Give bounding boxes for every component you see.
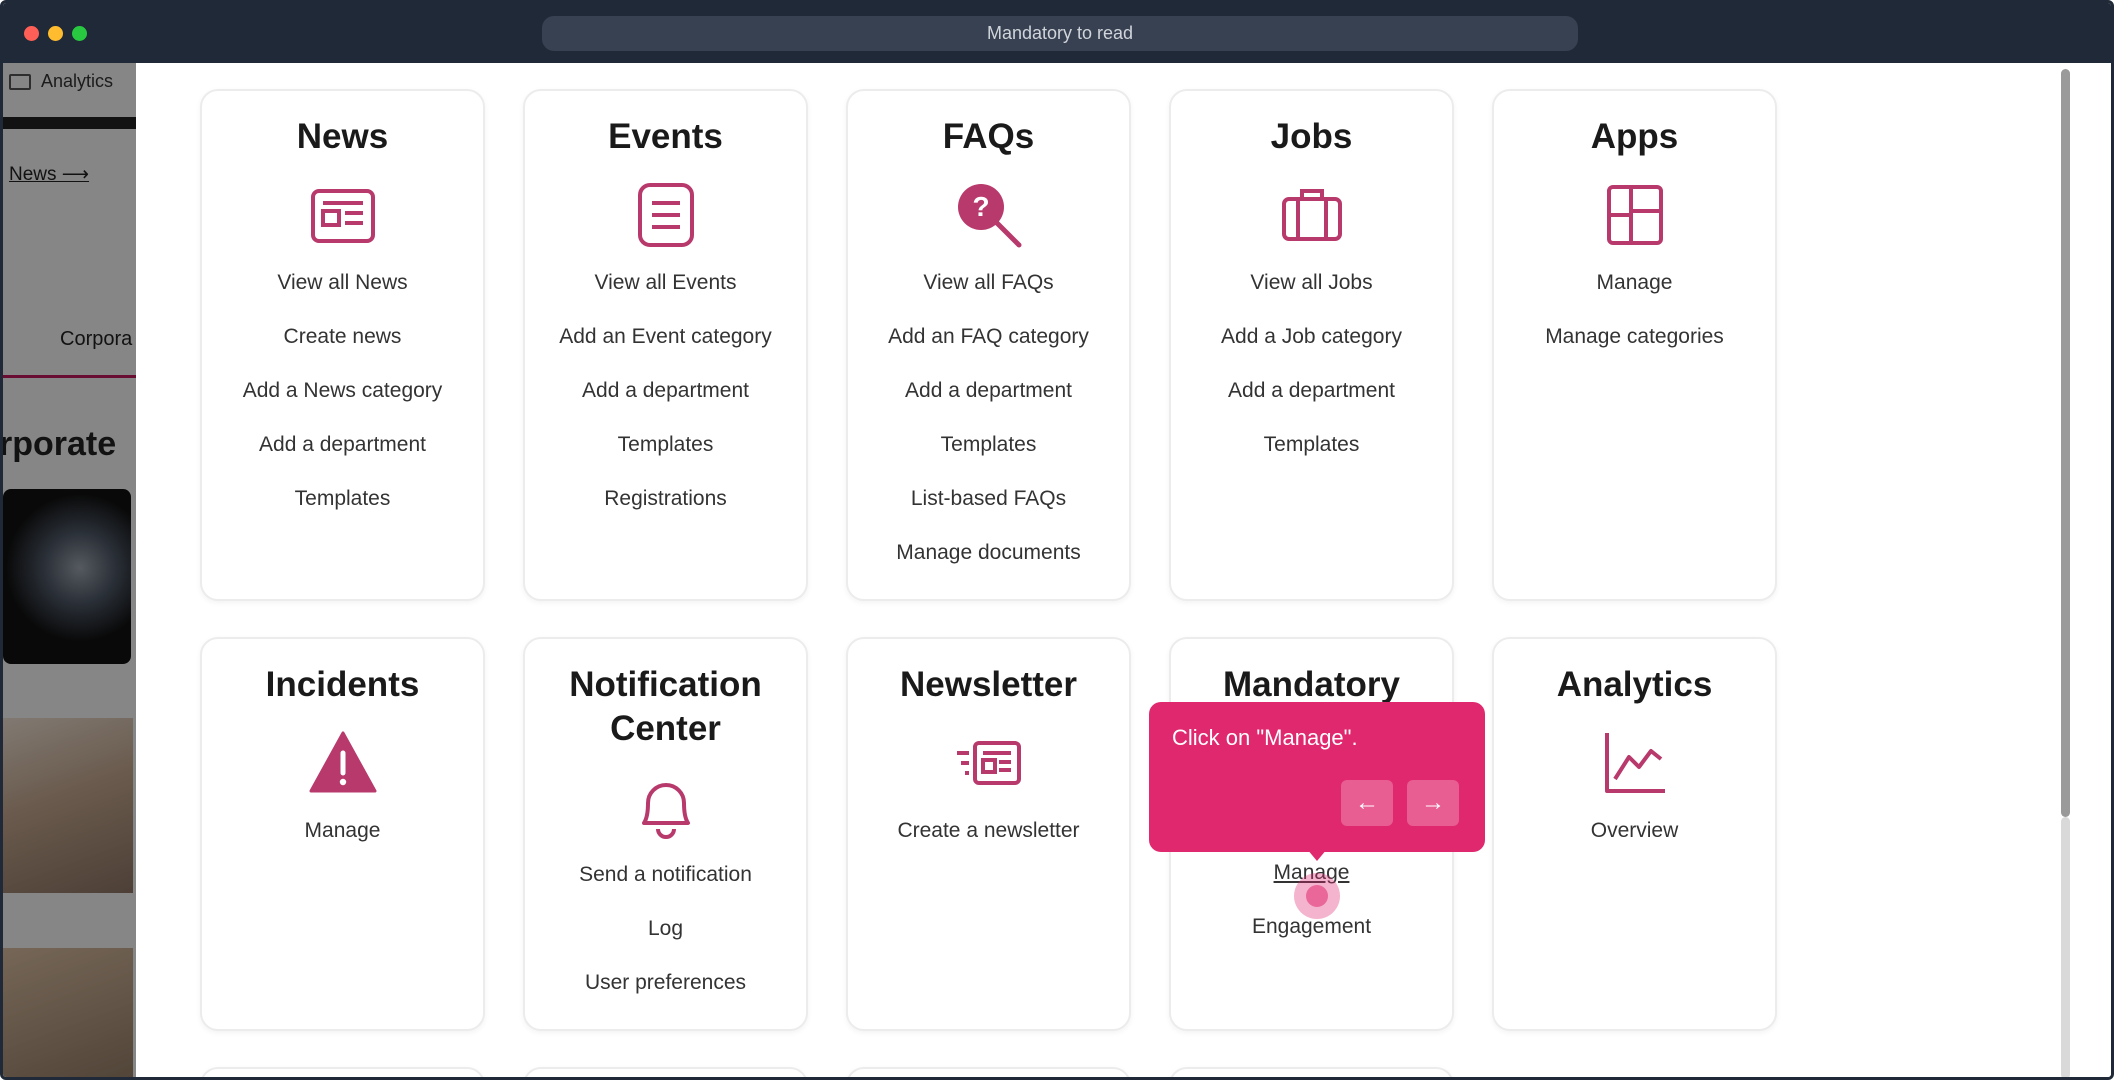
apps-grid-icon [1494, 181, 1775, 247]
maximize-window-button[interactable] [72, 26, 87, 41]
card-faqs: FAQs ? View all FAQs Add an FAQ category… [846, 89, 1131, 601]
card-title: Newsletter [899, 665, 1078, 704]
svg-text:?: ? [972, 191, 989, 222]
link-add-department[interactable]: Add a department [1171, 377, 1452, 405]
card-jobs: Jobs View all Jobs Add a Job category Ad… [1169, 89, 1454, 601]
card-title: Analytics [1556, 665, 1713, 704]
card-apps: Apps Manage Manage categories [1492, 89, 1777, 601]
bell-icon [525, 773, 806, 839]
tooltip-next-button[interactable]: → [1407, 780, 1459, 826]
guide-tooltip: Click on "Manage". ← → [1149, 702, 1485, 861]
link-add-news-category[interactable]: Add a News category [202, 377, 483, 405]
tooltip-previous-button[interactable]: ← [1341, 780, 1393, 826]
link-manage[interactable]: Manage [1494, 269, 1775, 297]
title-bar: Mandatory to read [3, 3, 2111, 63]
card-partial [200, 1067, 485, 1077]
link-add-department[interactable]: Add a department [848, 377, 1129, 405]
card-title: News [296, 117, 389, 156]
minimize-window-button[interactable] [48, 26, 63, 41]
link-view-all-news[interactable]: View all News [202, 269, 483, 297]
link-view-all-faqs[interactable]: View all FAQs [848, 269, 1129, 297]
link-add-event-category[interactable]: Add an Event category [525, 323, 806, 351]
card-events: Events View all Events Add an Event cate… [523, 89, 808, 601]
card-partial [523, 1067, 808, 1077]
scrollbar-thumb[interactable] [2061, 69, 2070, 817]
link-view-all-events[interactable]: View all Events [525, 269, 806, 297]
card-title: Mandatory [1223, 665, 1400, 704]
card-title: Apps [1590, 117, 1679, 156]
modal-overlay [3, 63, 136, 1077]
link-add-department[interactable]: Add a department [202, 431, 483, 459]
card-analytics: Analytics Overview [1492, 637, 1777, 1031]
card-newsletter: Newsletter Create a newsletter [846, 637, 1131, 1031]
link-user-preferences[interactable]: User preferences [525, 969, 806, 997]
newspaper-icon [202, 181, 483, 247]
question-search-icon: ? [848, 181, 1129, 248]
link-send-notification[interactable]: Send a notification [525, 861, 806, 889]
link-overview[interactable]: Overview [1494, 817, 1775, 845]
line-chart-icon [1494, 729, 1775, 795]
arrow-left-icon: ← [1355, 789, 1379, 816]
card-partial [1169, 1067, 1454, 1077]
tooltip-pointer [1307, 849, 1327, 861]
link-templates[interactable]: Templates [202, 485, 483, 513]
card-news: News View all News Create news Add a New… [200, 89, 485, 601]
link-registrations[interactable]: Registrations [525, 485, 806, 513]
newsletter-icon [848, 729, 1129, 795]
card-title: FAQs [942, 117, 1035, 156]
link-create-news[interactable]: Create news [202, 323, 483, 351]
app-window: Mandatory to read Analytics News ⟶ Corpo… [0, 0, 2114, 1080]
card-incidents: Incidents Manage [200, 637, 485, 1031]
link-manage-documents[interactable]: Manage documents [848, 539, 1129, 567]
link-add-department[interactable]: Add a department [525, 377, 806, 405]
card-partial [846, 1067, 1131, 1077]
link-templates[interactable]: Templates [848, 431, 1129, 459]
warning-icon [202, 729, 483, 795]
arrow-right-icon: → [1421, 789, 1445, 816]
link-create-newsletter[interactable]: Create a newsletter [848, 817, 1129, 845]
list-document-icon [525, 181, 806, 247]
click-indicator [1294, 873, 1340, 919]
link-manage[interactable]: Manage [202, 817, 483, 845]
link-log[interactable]: Log [525, 915, 806, 943]
briefcase-icon [1171, 181, 1452, 247]
tooltip-text: Click on "Manage". [1172, 725, 1358, 750]
card-title: Jobs [1270, 117, 1353, 156]
link-manage-categories[interactable]: Manage categories [1494, 323, 1775, 351]
window-title: Mandatory to read [542, 16, 1578, 51]
card-title: Events [608, 117, 723, 156]
close-window-button[interactable] [24, 26, 39, 41]
link-view-all-jobs[interactable]: View all Jobs [1171, 269, 1452, 297]
link-templates[interactable]: Templates [1171, 431, 1452, 459]
scrollbar-track-lower [2061, 817, 2070, 1077]
admin-menu-panel: News View all News Create news Add a New… [136, 63, 2060, 1077]
link-templates[interactable]: Templates [525, 431, 806, 459]
card-title: Notification Center [569, 665, 762, 748]
card-title: Incidents [265, 665, 420, 704]
link-add-faq-category[interactable]: Add an FAQ category [848, 323, 1129, 351]
card-notification-center: Notification Center Send a notification … [523, 637, 808, 1031]
link-list-based-faqs[interactable]: List-based FAQs [848, 485, 1129, 513]
link-add-job-category[interactable]: Add a Job category [1171, 323, 1452, 351]
